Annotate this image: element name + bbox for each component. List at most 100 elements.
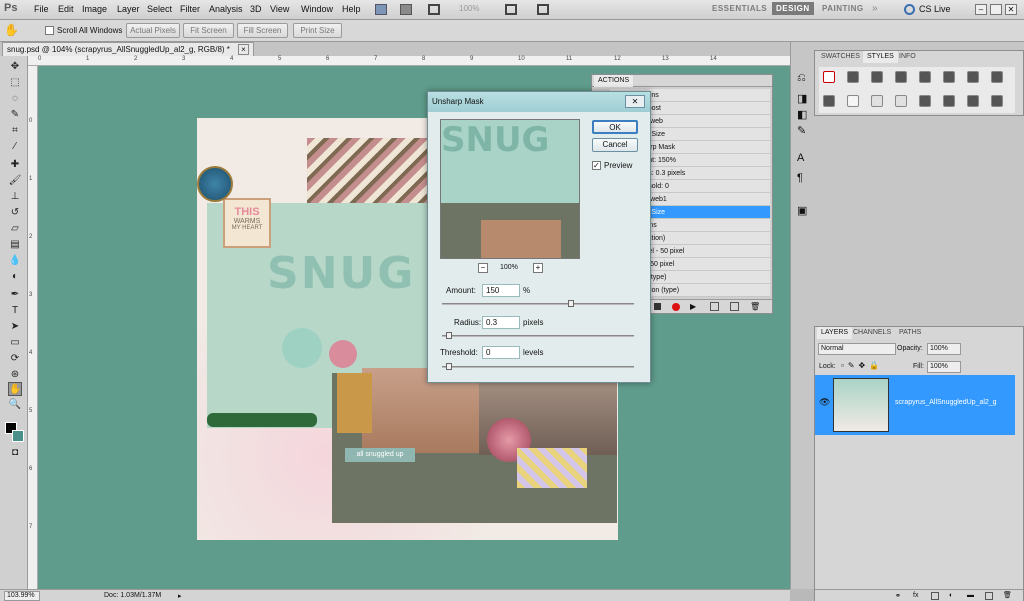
close-button[interactable]: ✕ bbox=[1005, 4, 1017, 15]
background-color-swatch[interactable] bbox=[12, 430, 24, 442]
close-tab-icon[interactable]: × bbox=[238, 44, 249, 55]
menu-layer[interactable]: Layer bbox=[117, 4, 140, 14]
eye-icon[interactable]: 👁 bbox=[819, 397, 830, 408]
gradient-tool-icon[interactable]: ▤ bbox=[8, 238, 22, 252]
quick-selection-tool-icon[interactable]: ✎ bbox=[8, 108, 22, 122]
3d-orbit-tool-icon[interactable]: ⊛ bbox=[8, 368, 22, 382]
tab-styles[interactable]: STYLES bbox=[863, 51, 898, 63]
style-swatch[interactable] bbox=[895, 95, 907, 107]
stop-icon[interactable] bbox=[654, 303, 661, 310]
new-action-icon[interactable] bbox=[730, 302, 739, 311]
style-swatch[interactable] bbox=[967, 95, 979, 107]
more-workspaces-icon[interactable]: » bbox=[872, 3, 878, 14]
zoom-in-button[interactable]: + bbox=[533, 263, 543, 273]
tab-channels[interactable]: CHANNELS bbox=[849, 327, 895, 339]
tab-info[interactable]: INFO bbox=[895, 51, 920, 63]
style-swatch[interactable] bbox=[991, 95, 1003, 107]
style-swatch[interactable] bbox=[943, 71, 955, 83]
adjustments-panel-icon[interactable]: ◨ bbox=[797, 92, 807, 105]
menu-image[interactable]: Image bbox=[82, 4, 107, 14]
character-panel-icon[interactable]: A bbox=[797, 152, 804, 164]
blur-tool-icon[interactable]: 💧 bbox=[8, 254, 22, 268]
extras-icon[interactable] bbox=[428, 4, 440, 15]
workspace-design[interactable]: DESIGN bbox=[772, 2, 814, 15]
clone-stamp-tool-icon[interactable]: ⊥ bbox=[8, 190, 22, 204]
workspace-painting[interactable]: PAINTING bbox=[822, 4, 864, 13]
eraser-tool-icon[interactable]: ▱ bbox=[8, 222, 22, 236]
style-swatch[interactable] bbox=[823, 95, 835, 107]
3d-rotate-tool-icon[interactable]: ⟳ bbox=[8, 352, 22, 366]
radius-slider-thumb[interactable] bbox=[445, 332, 452, 339]
bridge-icon[interactable] bbox=[375, 4, 387, 15]
style-swatch[interactable] bbox=[847, 71, 859, 83]
actions-tab[interactable]: ACTIONS bbox=[594, 75, 634, 87]
type-tool-icon[interactable]: T bbox=[8, 304, 22, 318]
amount-input[interactable]: 150 bbox=[482, 284, 520, 297]
style-swatch[interactable] bbox=[847, 95, 859, 107]
layer-name[interactable]: scrapyrus_AllSnuggledUp_al2_g bbox=[895, 399, 997, 406]
mini-bridge-icon[interactable] bbox=[400, 4, 412, 15]
lock-icons[interactable]: ▫✎✥🔒 bbox=[841, 361, 883, 370]
fit-screen-button[interactable]: Fit Screen bbox=[183, 23, 234, 38]
zoom-level[interactable]: 100% bbox=[459, 4, 479, 13]
lasso-tool-icon[interactable]: ◌ bbox=[8, 92, 22, 106]
quick-mask-icon[interactable]: ◘ bbox=[8, 446, 22, 460]
preview-checkbox[interactable]: ✓ bbox=[592, 161, 601, 170]
delete-icon[interactable]: 🗑 bbox=[750, 302, 760, 311]
brush-tool-icon[interactable]: 🖌 bbox=[8, 174, 22, 188]
amount-slider-thumb[interactable] bbox=[568, 300, 575, 307]
opacity-input[interactable]: 100% bbox=[927, 343, 961, 355]
style-swatch[interactable] bbox=[919, 95, 931, 107]
style-swatch[interactable] bbox=[871, 95, 883, 107]
menu-analysis[interactable]: Analysis bbox=[209, 4, 243, 14]
document-tab[interactable]: snug.psd @ 104% (scrapyrus_AllSnuggledUp… bbox=[2, 42, 254, 56]
hand-tool-icon[interactable]: ✋ bbox=[4, 23, 19, 37]
paragraph-panel-icon[interactable]: ¶ bbox=[797, 172, 803, 184]
record-icon[interactable] bbox=[672, 303, 680, 311]
workspace-essentials[interactable]: ESSENTIALS bbox=[712, 4, 767, 13]
threshold-input[interactable]: 0 bbox=[482, 346, 520, 359]
menu-view[interactable]: View bbox=[270, 4, 289, 14]
hand-tool-icon[interactable]: ✋ bbox=[8, 382, 22, 396]
path-selection-tool-icon[interactable]: ➤ bbox=[8, 320, 22, 334]
menu-help[interactable]: Help bbox=[342, 4, 361, 14]
cancel-button[interactable]: Cancel bbox=[592, 138, 638, 152]
style-swatch[interactable] bbox=[895, 71, 907, 83]
scroll-all-checkbox[interactable] bbox=[45, 26, 54, 35]
menu-filter[interactable]: Filter bbox=[180, 4, 200, 14]
zoom-readout[interactable]: 103.99% bbox=[4, 591, 40, 601]
threshold-slider[interactable] bbox=[442, 363, 634, 370]
layer-row[interactable]: 👁 scrapyrus_AllSnuggledUp_al2_g bbox=[815, 375, 1015, 435]
masks-panel-icon[interactable]: ◧ bbox=[797, 108, 807, 121]
adjustment-layer-icon[interactable]: ◐ bbox=[949, 592, 953, 599]
print-size-button[interactable]: Print Size bbox=[293, 23, 342, 38]
zoom-out-button[interactable]: − bbox=[478, 263, 488, 273]
new-group-icon[interactable]: ▬ bbox=[967, 592, 974, 599]
dialog-title-bar[interactable]: Unsharp Mask bbox=[428, 92, 650, 112]
add-mask-icon[interactable] bbox=[931, 592, 939, 600]
tab-swatches[interactable]: SWATCHES bbox=[817, 51, 864, 63]
delete-layer-icon[interactable]: 🗑 bbox=[1003, 591, 1012, 599]
cs-live-button[interactable]: CS Live bbox=[919, 4, 951, 14]
tab-layers[interactable]: LAYERS bbox=[817, 327, 853, 339]
tab-paths[interactable]: PATHS bbox=[895, 327, 925, 339]
blend-mode-select[interactable]: Normal bbox=[818, 343, 896, 355]
history-brush-tool-icon[interactable]: ↺ bbox=[8, 206, 22, 220]
style-swatch[interactable] bbox=[871, 71, 883, 83]
menu-edit[interactable]: Edit bbox=[58, 4, 74, 14]
crop-tool-icon[interactable]: ⌗ bbox=[8, 124, 22, 138]
fill-input[interactable]: 100% bbox=[927, 361, 961, 373]
shape-tool-icon[interactable]: ▭ bbox=[8, 336, 22, 350]
preview-pane[interactable]: SNUG bbox=[440, 119, 580, 259]
zoom-tool-icon[interactable]: 🔍 bbox=[8, 398, 22, 412]
new-layer-icon[interactable] bbox=[985, 592, 993, 600]
status-arrow-icon[interactable]: ▸ bbox=[178, 592, 182, 600]
play-icon[interactable]: ▶ bbox=[690, 302, 696, 311]
dodge-tool-icon[interactable]: ◐ bbox=[8, 270, 22, 284]
radius-slider[interactable] bbox=[442, 332, 634, 339]
healing-brush-tool-icon[interactable]: ✚ bbox=[8, 158, 22, 172]
ok-button[interactable]: OK bbox=[592, 120, 638, 134]
amount-slider[interactable] bbox=[442, 300, 634, 307]
style-swatch[interactable] bbox=[823, 71, 835, 83]
mini-bridge-panel-icon[interactable]: ▣ bbox=[797, 204, 807, 217]
